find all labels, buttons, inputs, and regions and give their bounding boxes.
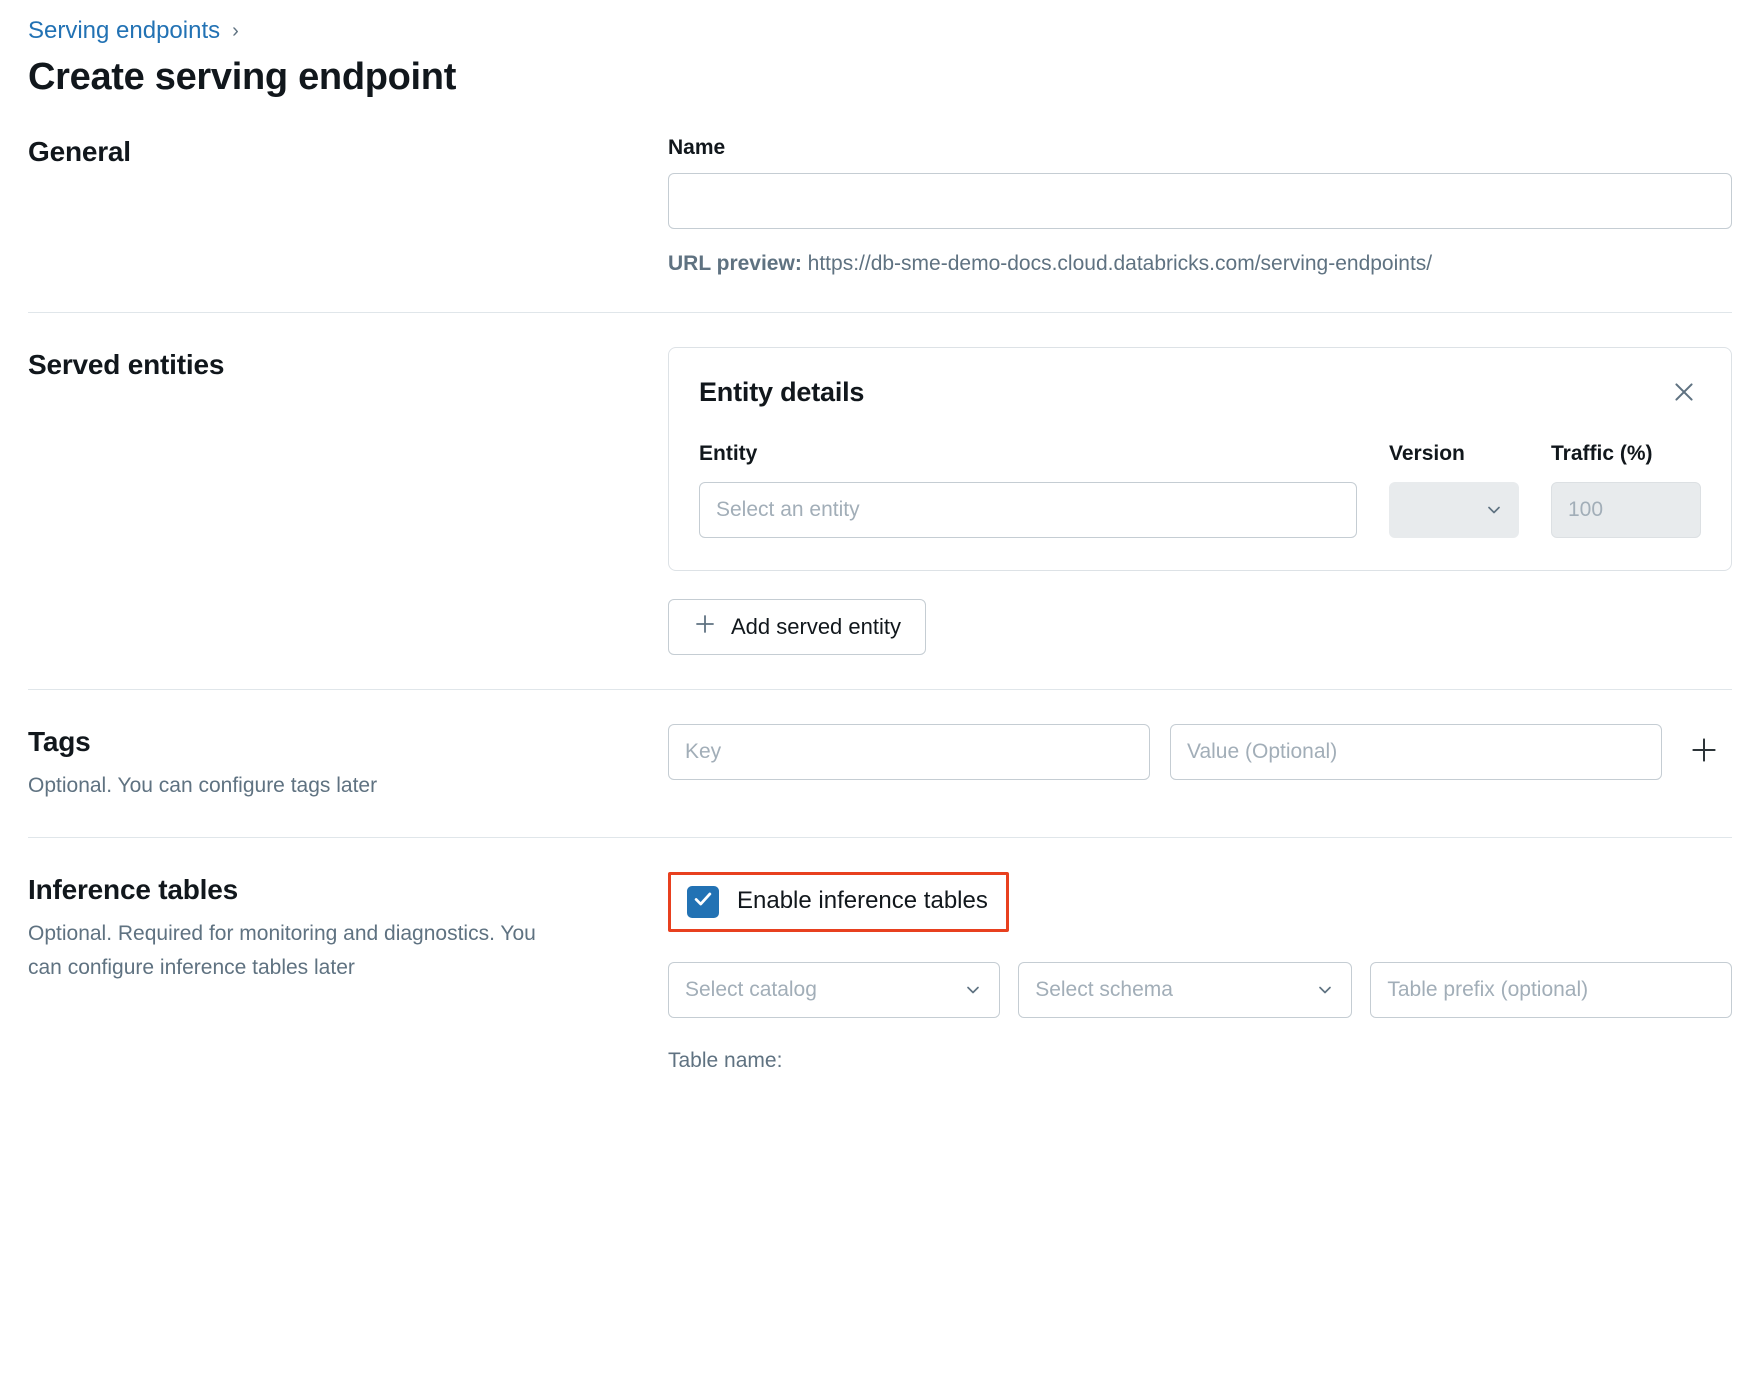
tag-row: [668, 723, 1732, 780]
url-preview: URL preview: https://db-sme-demo-docs.cl…: [668, 249, 1732, 278]
enable-inference-tables-label[interactable]: Enable inference tables: [737, 887, 988, 916]
section-heading-served-entities: Served entities: [28, 349, 225, 381]
section-tags-right: [668, 723, 1732, 780]
traffic-value: 100: [1568, 497, 1604, 521]
section-tags-left: Tags Optional. You can configure tags la…: [28, 724, 668, 803]
schema-select-placeholder: Select schema: [1035, 977, 1173, 1001]
add-served-entity-label: Add served entity: [731, 613, 901, 639]
entity-details-card: Entity details Entity Select an entity V…: [668, 347, 1732, 571]
section-heading-tags: Tags: [28, 725, 91, 757]
close-entity-card-button[interactable]: [1667, 376, 1701, 410]
entity-column-label: Entity: [699, 442, 758, 466]
tag-key-input[interactable]: [668, 723, 1150, 780]
entity-details-header: Entity details: [699, 376, 1701, 410]
traffic-input[interactable]: 100: [1551, 481, 1701, 538]
breadcrumb-link-serving-endpoints[interactable]: Serving endpoints: [28, 17, 220, 46]
entity-column: Entity Select an entity: [699, 440, 1357, 538]
tag-value-input[interactable]: [1170, 723, 1662, 780]
section-general-right: Name URL preview: https://db-sme-demo-do…: [668, 134, 1732, 279]
page-title: Create serving endpoint: [28, 56, 457, 98]
enable-inference-tables-checkbox[interactable]: [687, 885, 719, 918]
catalog-select-placeholder: Select catalog: [685, 977, 817, 1001]
section-general-left: General: [28, 134, 668, 169]
name-input[interactable]: [668, 172, 1732, 229]
table-name-label: Table name:: [668, 1048, 783, 1072]
chevron-down-icon: [1315, 980, 1335, 1000]
traffic-column: Traffic (%) 100: [1551, 440, 1701, 538]
section-inference-tables-right: Enable inference tables Select catalog S…: [668, 871, 1732, 1075]
version-select[interactable]: [1389, 481, 1519, 538]
schema-select[interactable]: Select schema: [1018, 961, 1353, 1018]
section-served-entities: Served entities Entity details Entity Se…: [28, 313, 1732, 655]
entity-select-placeholder: Select an entity: [716, 497, 860, 521]
section-general: General Name URL preview: https://db-sme…: [28, 100, 1732, 279]
inference-tables-selectors: Select catalog Select schema: [668, 961, 1732, 1018]
add-tag-button[interactable]: [1682, 730, 1726, 774]
section-inference-tables-left: Inference tables Optional. Required for …: [28, 872, 668, 985]
chevron-down-icon: [963, 980, 983, 1000]
enable-inference-tables-highlight: Enable inference tables: [668, 871, 1009, 932]
table-prefix-input[interactable]: [1370, 961, 1732, 1018]
section-heading-general: General: [28, 135, 131, 167]
breadcrumb: Serving endpoints ›: [28, 0, 1732, 44]
add-served-entity-button[interactable]: Add served entity: [668, 598, 926, 655]
entity-details-title: Entity details: [699, 377, 865, 408]
traffic-column-label: Traffic (%): [1551, 442, 1653, 466]
section-inference-tables: Inference tables Optional. Required for …: [28, 838, 1732, 1075]
url-preview-label: URL preview:: [668, 251, 802, 275]
version-column-label: Version: [1389, 442, 1465, 466]
url-preview-value: https://db-sme-demo-docs.cloud.databrick…: [807, 251, 1433, 275]
chevron-right-icon: ›: [232, 20, 239, 42]
table-name-row: Table name:: [668, 1046, 1732, 1075]
close-icon: [1671, 379, 1697, 408]
section-served-entities-left: Served entities: [28, 347, 668, 382]
section-heading-inference-tables: Inference tables: [28, 873, 238, 905]
create-serving-endpoint-page: Serving endpoints › Create serving endpo…: [0, 0, 1760, 1390]
plus-icon: [693, 612, 717, 641]
version-column: Version: [1389, 440, 1519, 538]
entity-select[interactable]: Select an entity: [699, 481, 1357, 538]
inference-tables-description: Optional. Required for monitoring and di…: [28, 921, 536, 979]
section-tags: Tags Optional. You can configure tags la…: [28, 690, 1732, 803]
tags-description: Optional. You can configure tags later: [28, 773, 378, 797]
chevron-down-icon: [1484, 500, 1504, 520]
plus-icon: [1689, 735, 1719, 768]
entity-details-grid: Entity Select an entity Version Traffic …: [699, 440, 1701, 538]
catalog-select[interactable]: Select catalog: [668, 961, 1001, 1018]
name-field-label: Name: [668, 135, 726, 159]
check-icon: [692, 888, 714, 915]
section-served-entities-right: Entity details Entity Select an entity V…: [668, 347, 1732, 655]
